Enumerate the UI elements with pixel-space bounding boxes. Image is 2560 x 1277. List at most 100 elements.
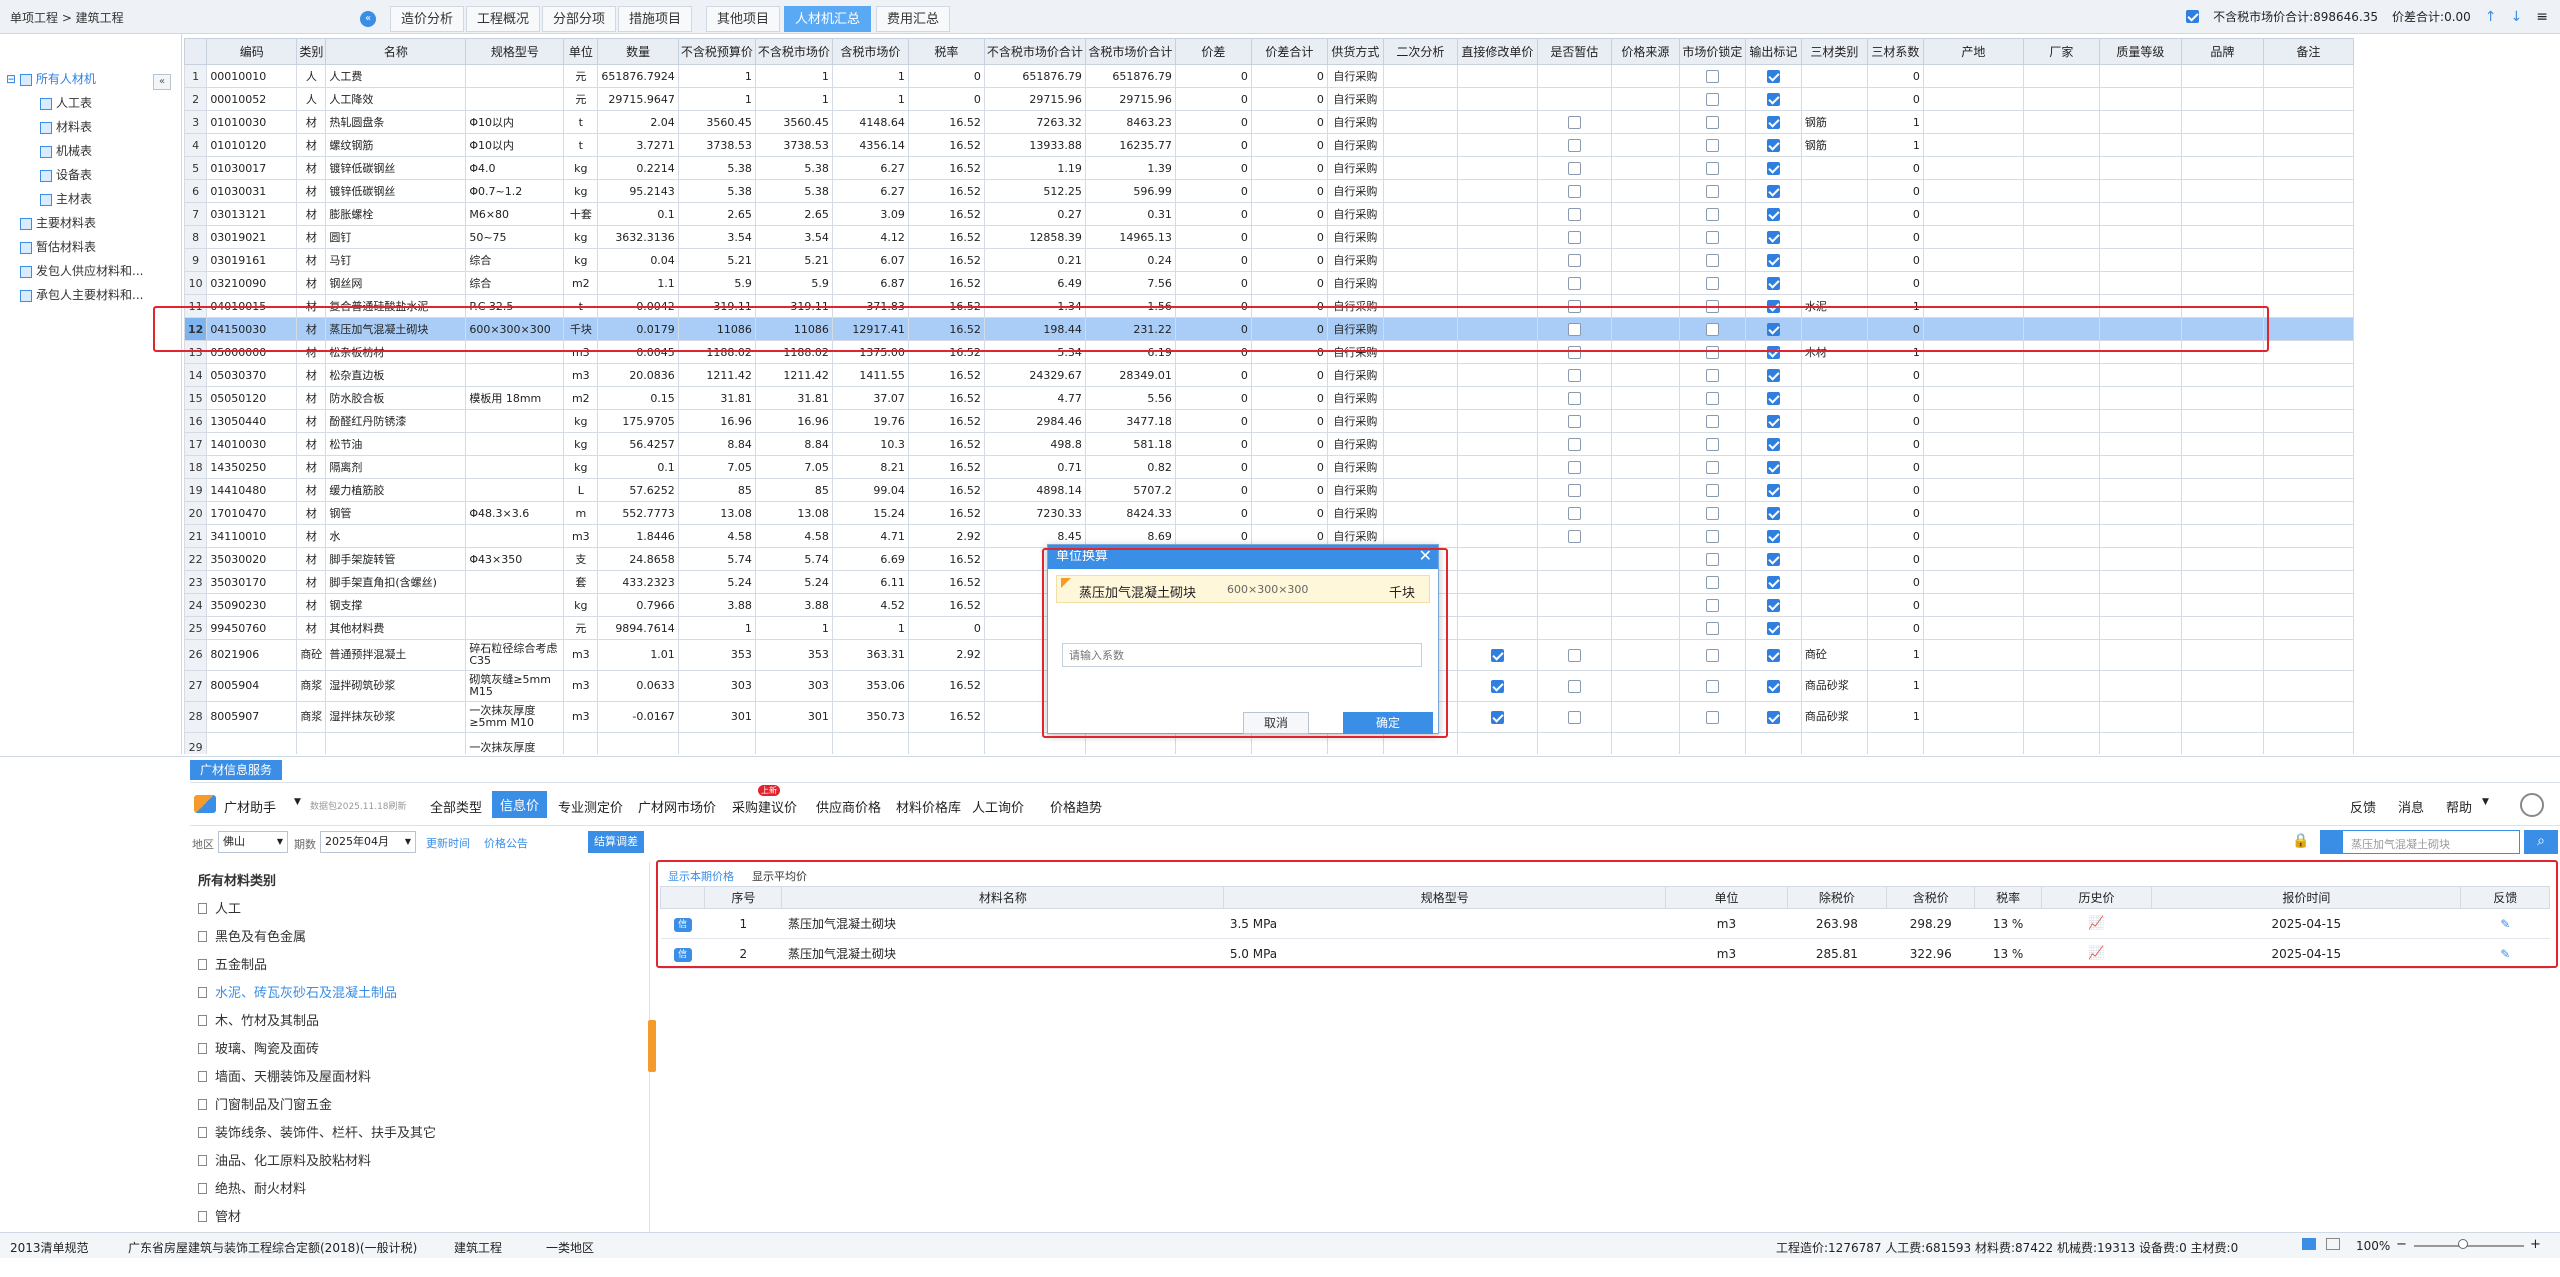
table-cell[interactable]: 元: [563, 616, 599, 640]
table-cell[interactable]: 01010120: [206, 133, 298, 157]
table-cell[interactable]: 自行采购: [1326, 478, 1384, 502]
table-cell[interactable]: Φ10以内: [465, 110, 565, 134]
table-cell[interactable]: [1744, 271, 1802, 295]
table-cell[interactable]: [1744, 363, 1802, 387]
table-cell[interactable]: 0: [1250, 179, 1328, 203]
table-cell[interactable]: 8424.33: [1084, 501, 1176, 525]
checkbox[interactable]: [1766, 207, 1780, 221]
table-cell[interactable]: [2262, 524, 2354, 548]
table-cell[interactable]: [1382, 225, 1458, 249]
table-row[interactable]: 15 05050120 材防水胶合板 模板用 18mm m2 0.15 31.81 31.81…: [184, 386, 2354, 410]
table-cell[interactable]: 0.71: [983, 455, 1086, 479]
move-up-icon[interactable]: ↑: [2485, 9, 2497, 25]
table-cell[interactable]: 29715.96: [983, 87, 1086, 111]
table-cell[interactable]: 13933.88: [983, 133, 1086, 157]
table-cell[interactable]: 16.52: [907, 179, 985, 203]
table-cell[interactable]: [1800, 455, 1868, 479]
checkbox[interactable]: [1490, 710, 1504, 724]
table-cell[interactable]: [1744, 639, 1802, 671]
table-cell[interactable]: 脚手架直角扣(含螺丝): [325, 570, 467, 594]
table-cell[interactable]: [2098, 317, 2182, 341]
table-cell[interactable]: 自行采购: [1326, 202, 1384, 226]
table-cell[interactable]: 一次抹灰厚度: [465, 732, 565, 754]
checkbox[interactable]: [1705, 161, 1719, 175]
table-cell[interactable]: Φ43×350: [465, 547, 565, 571]
checkbox[interactable]: [1567, 679, 1581, 693]
region-select[interactable]: 佛山 ▼: [218, 831, 288, 853]
table-cell[interactable]: 5.24: [677, 570, 756, 594]
table-cell[interactable]: 1188.02: [677, 340, 756, 364]
table-cell[interactable]: 5.38: [754, 156, 833, 180]
table-cell[interactable]: [2180, 478, 2264, 502]
checkbox[interactable]: [1766, 368, 1780, 382]
table-cell[interactable]: 0.0179: [597, 317, 679, 341]
table-cell[interactable]: Φ48.3×3.6: [465, 501, 565, 525]
table-cell[interactable]: [1800, 732, 1868, 754]
table-cell[interactable]: [1456, 593, 1538, 617]
table-cell[interactable]: 材: [296, 271, 327, 295]
table-cell[interactable]: 千块: [563, 317, 599, 341]
checkbox[interactable]: [1567, 184, 1581, 198]
table-cell[interactable]: [2022, 110, 2100, 134]
checkbox[interactable]: [1766, 710, 1780, 724]
table-cell[interactable]: [1456, 701, 1538, 733]
table-cell[interactable]: [1678, 547, 1746, 571]
table-cell[interactable]: 人工费: [325, 64, 467, 88]
table-cell[interactable]: [1456, 202, 1538, 226]
table-cell[interactable]: [1800, 409, 1868, 433]
table-cell[interactable]: 酚醛红丹防锈漆: [325, 409, 467, 433]
table-cell[interactable]: [1610, 225, 1680, 249]
table-cell[interactable]: 材: [296, 110, 327, 134]
table-cell[interactable]: 0.24: [1084, 248, 1176, 272]
table-cell[interactable]: 1: [831, 616, 909, 640]
table-cell[interactable]: [1610, 363, 1680, 387]
table-cell[interactable]: 29715.96: [1084, 87, 1176, 111]
table-cell[interactable]: [1382, 386, 1458, 410]
checkbox[interactable]: [1766, 391, 1780, 405]
checkbox[interactable]: [1705, 299, 1719, 313]
table-cell[interactable]: 材: [296, 225, 327, 249]
table-cell[interactable]: [1922, 156, 2024, 180]
table-cell[interactable]: 人工降效: [325, 87, 467, 111]
table-cell[interactable]: 0: [1866, 547, 1924, 571]
table-cell[interactable]: 0: [1866, 478, 1924, 502]
table-cell[interactable]: 4.71: [831, 524, 909, 548]
row-number[interactable]: 4: [184, 133, 208, 157]
table-cell[interactable]: 301: [677, 701, 756, 733]
table-cell[interactable]: 0: [1174, 133, 1252, 157]
table-cell[interactable]: P.C 32.5: [465, 294, 565, 318]
table-cell[interactable]: [1536, 701, 1612, 733]
table-cell[interactable]: [2262, 317, 2354, 341]
table-cell[interactable]: 5.56: [1084, 386, 1176, 410]
table-cell[interactable]: [2262, 455, 2354, 479]
tab-sections[interactable]: 分部分项: [542, 6, 617, 32]
table-cell[interactable]: 缓力植筋胶: [325, 478, 467, 502]
table-cell[interactable]: [1456, 133, 1538, 157]
table-cell[interactable]: 3738.53: [754, 133, 833, 157]
table-cell[interactable]: 0: [1250, 133, 1328, 157]
price-col-header[interactable]: 材料名称: [781, 886, 1225, 909]
table-cell[interactable]: m2: [563, 386, 599, 410]
table-cell[interactable]: [1744, 156, 1802, 180]
table-cell[interactable]: [2262, 363, 2354, 387]
table-cell[interactable]: 3.54: [754, 225, 833, 249]
table-cell[interactable]: 0: [1174, 340, 1252, 364]
table-cell[interactable]: 24329.67: [983, 363, 1086, 387]
table-cell[interactable]: 0: [1250, 87, 1328, 111]
checkbox[interactable]: [1705, 460, 1719, 474]
table-cell[interactable]: [1610, 432, 1680, 456]
table-cell[interactable]: 膨胀螺栓: [325, 202, 467, 226]
checkbox[interactable]: [1705, 621, 1719, 635]
checkbox[interactable]: [1766, 552, 1780, 566]
table-cell[interactable]: kg: [563, 593, 599, 617]
table-cell[interactable]: [1610, 547, 1680, 571]
table-cell[interactable]: [1456, 409, 1538, 433]
table-cell[interactable]: [2180, 701, 2264, 733]
table-cell[interactable]: [1536, 363, 1612, 387]
table-cell[interactable]: 湿拌抹灰砂浆: [325, 701, 467, 733]
table-cell[interactable]: kg: [563, 156, 599, 180]
table-cell[interactable]: 8005907: [206, 701, 298, 733]
price-col-header[interactable]: 历史价: [2040, 886, 2153, 909]
table-cell[interactable]: 2984.46: [983, 409, 1086, 433]
table-cell[interactable]: 1: [754, 616, 833, 640]
